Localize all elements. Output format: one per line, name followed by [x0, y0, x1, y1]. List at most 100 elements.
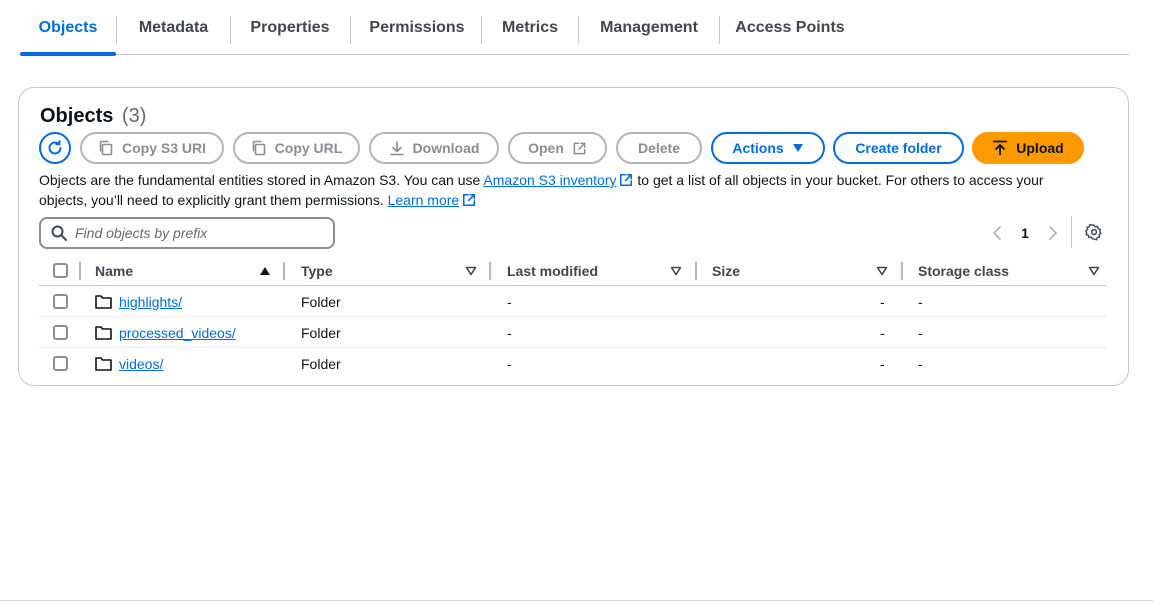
external-link-icon	[463, 193, 476, 207]
object-link[interactable]: processed_videos/	[119, 325, 236, 341]
object-last-modified: -	[507, 293, 512, 310]
objects-panel: Objects (3) Copy S3 URI Copy URL Downloa…	[18, 87, 1129, 386]
sort-icon[interactable]	[465, 265, 477, 277]
previous-page-button[interactable]	[989, 222, 1005, 244]
table-header: Name Type Last modified Size Storage cla…	[39, 256, 1107, 286]
folder-icon	[95, 286, 112, 317]
tab-divider	[719, 16, 720, 44]
copy-s3-uri-button[interactable]: Copy S3 URI	[80, 132, 224, 164]
object-link[interactable]: videos/	[119, 356, 163, 372]
tab-divider	[481, 16, 482, 44]
sort-ascending-icon[interactable]	[259, 265, 271, 277]
gear-icon	[1085, 223, 1102, 241]
tab-permissions[interactable]: Permissions	[356, 0, 478, 55]
chevron-right-icon	[1049, 226, 1057, 240]
column-divider	[901, 262, 903, 280]
pagination-divider	[1071, 216, 1072, 248]
object-count: (3)	[121, 105, 147, 127]
object-last-modified: -	[507, 324, 512, 341]
object-link[interactable]: highlights/	[119, 294, 182, 310]
column-header-size[interactable]: Size	[712, 256, 740, 286]
actions-label: Actions	[732, 140, 784, 156]
delete-button[interactable]: Delete	[616, 132, 702, 164]
sort-icon[interactable]	[670, 265, 682, 277]
copy-url-label: Copy URL	[274, 140, 343, 156]
sort-icon[interactable]	[1088, 265, 1100, 277]
tab-divider	[578, 16, 579, 44]
object-size: -	[880, 293, 885, 310]
download-label: Download	[412, 140, 480, 156]
column-header-last-modified[interactable]: Last modified	[507, 256, 598, 286]
s3-inventory-link-text: Amazon S3 inventory	[483, 172, 617, 188]
object-type: Folder	[301, 324, 341, 341]
tab-divider	[230, 16, 231, 44]
object-type: Folder	[301, 355, 341, 372]
object-storage-class: -	[918, 355, 923, 372]
object-type: Folder	[301, 293, 341, 310]
learn-more-link[interactable]: Learn more	[388, 192, 477, 208]
upload-icon	[993, 140, 1008, 156]
open-button[interactable]: Open	[508, 132, 607, 164]
tab-bar: Objects Metadata Properties Permissions …	[20, 0, 1129, 56]
row-checkbox[interactable]	[53, 294, 68, 309]
sort-icon[interactable]	[876, 265, 888, 277]
folder-icon	[95, 348, 112, 379]
upload-label: Upload	[1016, 140, 1064, 156]
caret-down-icon	[792, 144, 803, 152]
object-size: -	[880, 355, 885, 372]
page-number[interactable]: 1	[1019, 222, 1031, 244]
select-all-checkbox[interactable]	[53, 263, 68, 278]
create-folder-button[interactable]: Create folder	[833, 132, 964, 164]
table-row: videos/ Folder - - -	[39, 348, 1107, 379]
folder-icon	[95, 317, 112, 348]
tab-management[interactable]: Management	[582, 0, 716, 55]
copy-url-button[interactable]: Copy URL	[233, 132, 360, 164]
s3-inventory-link[interactable]: Amazon S3 inventory	[483, 172, 633, 188]
external-link-icon	[620, 173, 633, 187]
description-text-1: Objects are the fundamental entities sto…	[39, 172, 484, 188]
search-icon	[51, 225, 67, 241]
column-header-name[interactable]: Name	[95, 256, 133, 286]
preferences-button[interactable]	[1084, 222, 1104, 242]
row-checkbox[interactable]	[53, 325, 68, 340]
open-label: Open	[528, 140, 564, 156]
tab-divider	[350, 16, 351, 44]
next-page-button[interactable]	[1045, 222, 1061, 244]
delete-label: Delete	[637, 140, 681, 156]
column-header-type[interactable]: Type	[301, 256, 333, 286]
external-link-icon	[573, 142, 586, 154]
object-name: videos/	[119, 348, 163, 379]
row-checkbox[interactable]	[53, 356, 68, 371]
column-divider	[283, 262, 285, 280]
column-divider	[79, 262, 81, 280]
objects-description: Objects are the fundamental entities sto…	[39, 170, 1089, 210]
search-box	[39, 217, 335, 249]
page-footer-divider	[0, 600, 1153, 601]
copy-s3-uri-label: Copy S3 URI	[121, 140, 206, 156]
upload-button[interactable]: Upload	[972, 132, 1084, 164]
tab-objects[interactable]: Objects	[20, 0, 116, 56]
object-storage-class: -	[918, 293, 923, 310]
actions-dropdown-button[interactable]: Actions	[711, 132, 825, 164]
tab-properties[interactable]: Properties	[234, 0, 346, 55]
object-name: highlights/	[119, 286, 182, 317]
copy-icon	[252, 140, 265, 156]
create-folder-label: Create folder	[855, 140, 942, 156]
tab-metadata[interactable]: Metadata	[120, 0, 227, 55]
object-storage-class: -	[918, 324, 923, 341]
table-row: processed_videos/ Folder - - -	[39, 317, 1107, 348]
object-last-modified: -	[507, 355, 512, 372]
learn-more-text: Learn more	[387, 192, 460, 208]
tab-access-points[interactable]: Access Points	[724, 0, 856, 55]
refresh-button[interactable]	[39, 132, 71, 164]
column-header-storage-class[interactable]: Storage class	[918, 256, 1009, 286]
object-size: -	[880, 324, 885, 341]
tab-divider	[116, 16, 117, 44]
column-divider	[695, 262, 697, 280]
search-input[interactable]	[75, 225, 315, 241]
chevron-left-icon	[993, 226, 1001, 240]
refresh-icon	[48, 140, 62, 155]
tab-metrics[interactable]: Metrics	[486, 0, 574, 55]
download-button[interactable]: Download	[369, 132, 499, 164]
panel-title: Objects (3)	[40, 105, 146, 128]
